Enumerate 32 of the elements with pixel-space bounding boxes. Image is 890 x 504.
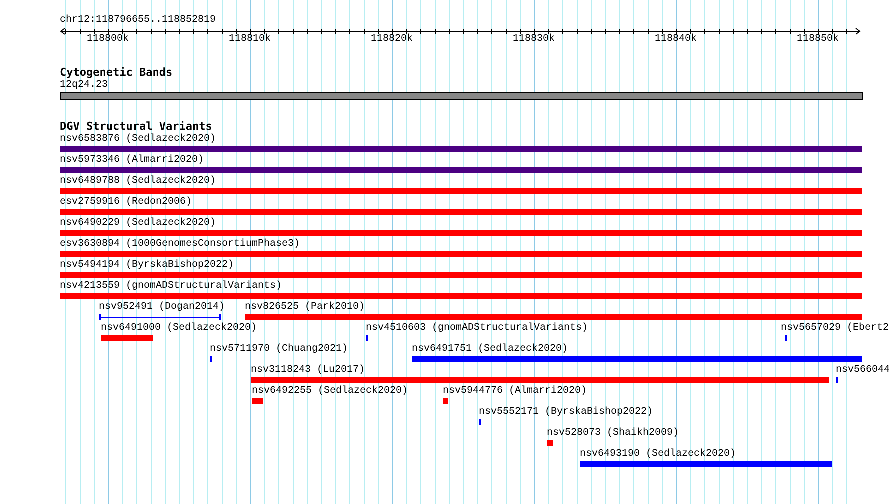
- variant-label: nsv826525 (Park2010): [245, 302, 366, 313]
- variant-label: nsv952491 (Dogan2014): [99, 302, 226, 313]
- variant-label: nsv5657029 (Ebert2: [781, 323, 890, 334]
- variant-label: nsv5944776 (Almarri2020): [443, 386, 588, 397]
- location-label: chr12:118796655..118852819: [60, 15, 216, 26]
- variant-label: esv2759916 (Redon2006): [60, 197, 192, 208]
- tick-label: 118840k: [654, 34, 697, 45]
- variant-label: nsv6491751 (Sedlazeck2020): [412, 344, 568, 355]
- variant-label: nsv4213559 (gnomADStructuralVariants): [60, 281, 282, 292]
- tick-label: 118850k: [796, 34, 839, 45]
- track-title: Cytogenetic Bands: [60, 67, 173, 78]
- variant-label: nsv6492255 (Sedlazeck2020): [252, 386, 408, 397]
- variant-label: nsv6583876 (Sedlazeck2020): [60, 134, 216, 145]
- variant-label: esv3630894 (1000GenomesConsortiumPhase3): [60, 239, 300, 250]
- variant-label: nsv528073 (Shaikh2009): [547, 428, 680, 439]
- variant-label: nsv6489788 (Sedlazeck2020): [60, 176, 216, 187]
- tick-label: 118810k: [228, 34, 271, 45]
- tick-label: 118820k: [370, 34, 413, 45]
- tick-label: 118800k: [86, 34, 129, 45]
- variant-label: nsv6491000 (Sedlazeck2020): [101, 323, 258, 334]
- track-title: DGV Structural Variants: [60, 121, 212, 132]
- band-label: 12q24.23: [60, 80, 108, 91]
- variant-label: nsv5552171 (ByrskaBishop2022): [479, 407, 654, 418]
- variant-label: nsv3118243 (Lu2017): [251, 365, 366, 376]
- variant-label: nsv5494194 (ByrskaBishop2022): [60, 260, 234, 271]
- variant-label: nsv566044: [836, 365, 890, 376]
- variant-label: nsv6493190 (Sedlazeck2020): [580, 449, 736, 460]
- variant-label: nsv5973346 (Almarri2020): [60, 155, 204, 166]
- variant-label: nsv5711970 (Chuang2021): [210, 344, 348, 355]
- variant-label: nsv6490229 (Sedlazeck2020): [60, 218, 216, 229]
- tick-label: 118830k: [512, 34, 555, 45]
- variant-label: nsv4510603 (gnomADStructuralVariants): [366, 323, 588, 334]
